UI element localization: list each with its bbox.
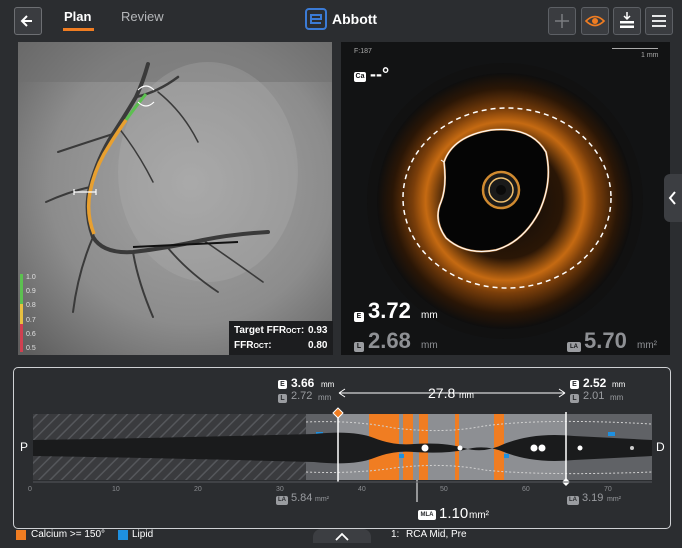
distal-eel-badge: E [570, 380, 579, 389]
lumen-diameter-value: 2.68 [368, 328, 411, 353]
run-label: RCA Mid, Pre [406, 529, 467, 540]
proximal-area-badge: LA [276, 496, 288, 505]
add-marker-button[interactable] [548, 7, 576, 35]
expand-panel-button[interactable] [313, 529, 371, 543]
run-index: 1: [391, 529, 400, 540]
mla-unit: mm² [469, 510, 489, 521]
ffr-scale-label: 0.9 [26, 288, 36, 295]
oct-cross-section-view[interactable]: F:187 1 mm Ca --° E 3.72 mm L 2.68 mm LA… [341, 42, 670, 355]
stent-length-value: 27.8 [428, 385, 456, 401]
ffr-scale-label: 0.7 [26, 317, 36, 324]
proximal-label: P [20, 440, 29, 454]
distance-tick: 60 [522, 486, 530, 493]
distal-lumen-unit: mm [610, 393, 624, 402]
distal-area-value: 3.19 [582, 492, 604, 504]
menu-button[interactable] [645, 7, 673, 35]
side-panel-toggle[interactable] [664, 174, 682, 222]
calcium-legend-label: Calcium >= 150° [31, 529, 106, 540]
distance-tick: 0 [28, 486, 32, 493]
proximal-lumen-value: 2.72 [291, 390, 313, 402]
proximal-area-value: 5.84 [291, 492, 313, 504]
longitudinal-view[interactable]: 0 10 20 30 40 50 60 70 P D E 3.66 mm L 2… [13, 367, 671, 529]
ffr-scale-label: 0.8 [26, 302, 36, 309]
distance-tick: 70 [604, 486, 612, 493]
ffr-value: 0.80 [308, 340, 328, 351]
target-ffr-value: 0.93 [308, 325, 328, 336]
proximal-eel-badge: E [278, 380, 287, 389]
ffr-label: FFROCT: [234, 340, 272, 351]
tab-plan[interactable]: Plan [64, 9, 91, 24]
calcium-legend-swatch [16, 530, 26, 540]
eel-diameter-unit: mm [421, 310, 438, 321]
brand-name: Abbott [332, 11, 378, 27]
distance-tick: 50 [440, 486, 448, 493]
lumen-area-unit: mm² [637, 340, 657, 351]
mla-badge: MLA [418, 510, 436, 520]
distal-area-unit: mm² [607, 496, 621, 503]
lumen-badge: L [354, 342, 364, 352]
distal-eel-value: 2.52 [583, 376, 607, 390]
distance-tick: 10 [112, 486, 120, 493]
chevron-left-icon [668, 191, 676, 205]
distal-lumen-badge: L [570, 394, 579, 403]
export-button[interactable] [613, 7, 641, 35]
plus-icon [555, 14, 569, 28]
lipid-legend-label: Lipid [132, 529, 154, 540]
distal-eel-unit: mm [612, 380, 626, 389]
proximal-eel-value: 3.66 [291, 376, 315, 390]
hamburger-menu-icon [652, 15, 666, 27]
eel-badge: E [354, 312, 364, 322]
stent-length-unit: mm [459, 390, 474, 400]
active-tab-indicator [63, 28, 94, 31]
ffr-scale-label: 0.6 [26, 331, 36, 338]
top-bar: Plan Review Abbott [0, 0, 682, 40]
lumen-area-badge: LA [567, 342, 581, 352]
distal-area-badge: LA [567, 496, 579, 505]
tab-review[interactable]: Review [121, 9, 164, 24]
distal-label: D [656, 440, 665, 454]
proximal-lumen-badge: L [278, 394, 287, 403]
proximal-area-unit: mm² [315, 496, 329, 503]
eye-icon [584, 15, 606, 27]
distance-tick: 40 [358, 486, 366, 493]
chevron-up-icon [335, 532, 349, 541]
distance-tick: 20 [194, 486, 202, 493]
distance-tick: 30 [276, 486, 284, 493]
abbott-logo-icon [305, 8, 327, 30]
proximal-eel-unit: mm [321, 380, 335, 389]
ffr-scale-label: 1.0 [26, 274, 36, 281]
back-arrow-icon [20, 15, 32, 27]
lumen-diameter-unit: mm [421, 340, 438, 351]
lumen-area-value: 5.70 [584, 328, 627, 353]
visibility-button[interactable] [581, 7, 609, 35]
ffr-readout: Target FFROCT: 0.93 FFROCT: 0.80 [229, 321, 333, 355]
proximal-lumen-unit: mm [318, 393, 332, 402]
mla-value: 1.10 [439, 505, 469, 522]
angiogram-image [18, 42, 332, 355]
angiography-view[interactable]: 1.0 0.9 0.8 0.7 0.6 0.5 [18, 42, 332, 355]
lipid-legend-swatch [118, 530, 128, 540]
eel-diameter-value: 3.72 [368, 298, 411, 323]
distal-lumen-value: 2.01 [583, 390, 605, 402]
download-icon [620, 12, 634, 28]
ffr-scale-label: 0.5 [26, 345, 36, 352]
back-button[interactable] [14, 7, 42, 35]
target-ffr-label: Target FFROCT: [234, 325, 305, 336]
